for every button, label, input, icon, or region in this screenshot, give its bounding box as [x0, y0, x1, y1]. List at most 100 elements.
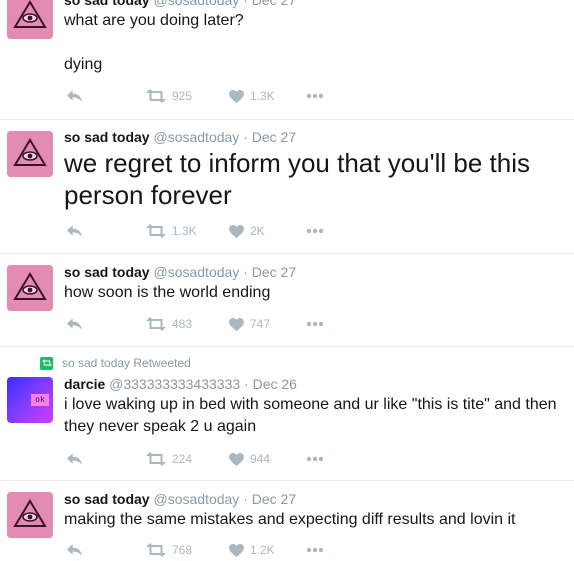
tweet-date[interactable]: Dec 27 — [252, 129, 296, 145]
eye-pyramid-icon — [7, 265, 53, 311]
like-button[interactable]: 747 — [229, 317, 270, 331]
user-handle[interactable]: @sosadtoday — [153, 491, 239, 507]
user-handle[interactable]: @sosadtoday — [153, 0, 239, 8]
like-count: 1.2K — [250, 543, 275, 557]
like-button[interactable]: 1.3K — [229, 89, 275, 103]
retweet-count: 925 — [172, 89, 193, 103]
more-button[interactable] — [306, 547, 324, 553]
avatar[interactable] — [7, 265, 53, 311]
reply-button[interactable] — [66, 452, 83, 466]
tweet-text: i love waking up in bed with someone and… — [64, 396, 557, 435]
avatar[interactable] — [7, 0, 53, 39]
tweet-date[interactable]: Dec 26 — [253, 376, 297, 392]
like-count: 747 — [250, 317, 271, 331]
eye-pyramid-icon — [7, 492, 53, 538]
heart-icon — [229, 90, 244, 103]
more-icon — [306, 547, 324, 553]
tweet-header: so sad today @sosadtoday · Dec 27 — [64, 129, 296, 145]
like-count: 1.3K — [250, 89, 275, 103]
reply-button[interactable] — [66, 89, 83, 103]
tweet-text-line: dying — [64, 56, 103, 73]
more-button[interactable] — [306, 321, 324, 327]
reply-button[interactable] — [66, 317, 83, 331]
avatar[interactable] — [7, 131, 53, 177]
retweet-icon — [146, 317, 166, 331]
retweet-icon — [146, 452, 166, 466]
tweet[interactable]: so sad today @sosadtoday · Dec 27 making… — [0, 480, 574, 561]
tweet-actions: 483 747 — [64, 317, 344, 333]
retweet-button[interactable]: 925 — [146, 89, 192, 103]
more-button[interactable] — [306, 228, 324, 234]
tweet-text-line: what are you doing later? — [64, 12, 244, 29]
display-name[interactable]: so sad today — [64, 129, 150, 145]
retweet-count: 1.3K — [172, 224, 197, 238]
tweet[interactable]: so sad today @sosadtoday · Dec 27 we reg… — [0, 119, 574, 254]
user-handle[interactable]: @333333333433333 — [109, 376, 240, 392]
reply-icon — [66, 224, 83, 238]
reply-icon — [66, 452, 83, 466]
more-button[interactable] — [306, 456, 324, 462]
eye-pyramid-icon — [7, 131, 53, 177]
reply-icon — [66, 317, 83, 331]
user-handle[interactable]: @sosadtoday — [153, 264, 239, 280]
retweet-button[interactable]: 224 — [146, 452, 192, 466]
more-icon — [306, 321, 324, 327]
tweet-header: so sad today @sosadtoday · Dec 27 — [64, 264, 296, 280]
avatar[interactable] — [7, 492, 53, 538]
more-icon — [306, 456, 324, 462]
retweet-button[interactable]: 1.3K — [146, 224, 197, 238]
retweet-icon — [146, 89, 166, 103]
heart-icon — [229, 544, 244, 557]
reply-icon — [66, 543, 83, 557]
user-handle[interactable]: @sosadtoday — [153, 129, 239, 145]
display-name[interactable]: so sad today — [64, 0, 150, 8]
heart-icon — [229, 225, 244, 238]
display-name[interactable]: darcie — [64, 376, 105, 392]
avatar[interactable]: ok — [7, 377, 53, 423]
tweet[interactable]: so sad today @sosadtoday · Dec 27 how so… — [0, 253, 574, 347]
tweet-actions: 224 944 — [64, 452, 344, 468]
tweet-text: we regret to inform you that you'll be t… — [64, 148, 530, 210]
like-count: 2K — [250, 224, 265, 238]
more-icon — [306, 228, 324, 234]
display-name[interactable]: so sad today — [64, 491, 150, 507]
tweet-header: so sad today @sosadtoday · Dec 27 — [64, 491, 296, 507]
more-icon — [306, 93, 324, 99]
retweet-icon — [146, 224, 166, 238]
retweet-icon — [146, 543, 166, 557]
tweet-text: what are you doing later? dying — [64, 10, 564, 76]
reply-button[interactable] — [66, 224, 83, 238]
separator-dot: · — [243, 491, 248, 507]
tweet-header: darcie @333333333433333 · Dec 26 — [64, 376, 297, 392]
tweet-actions: 925 1.3K — [64, 89, 344, 105]
retweet-button[interactable]: 483 — [146, 317, 192, 331]
retweet-button[interactable]: 768 — [146, 543, 192, 557]
retweet-count: 483 — [172, 317, 193, 331]
eye-pyramid-icon — [7, 0, 53, 39]
tweet[interactable]: so sad today @sosadtoday · Dec 27 what a… — [0, 0, 574, 120]
reply-button[interactable] — [66, 543, 83, 557]
separator-dot: · — [243, 129, 248, 145]
tweet-date[interactable]: Dec 27 — [252, 491, 296, 507]
display-name[interactable]: so sad today — [64, 264, 150, 280]
tweet[interactable]: ok darcie @333333333433333 · Dec 26 i lo… — [0, 346, 574, 481]
tweet-date[interactable]: Dec 27 — [252, 0, 296, 8]
tweet-text: making the same mistakes and expecting d… — [64, 511, 516, 528]
like-count: 944 — [250, 452, 271, 466]
tweet-text: how soon is the world ending — [64, 284, 271, 301]
reply-icon — [66, 89, 83, 103]
heart-icon — [229, 318, 244, 331]
tweet-header: so sad today @sosadtoday · Dec 27 — [64, 0, 296, 8]
heart-icon — [229, 453, 244, 466]
tweet-date[interactable]: Dec 27 — [252, 264, 296, 280]
avatar-label: ok — [31, 394, 49, 406]
retweet-count: 224 — [172, 452, 193, 466]
more-button[interactable] — [306, 93, 324, 99]
like-button[interactable]: 1.2K — [229, 543, 275, 557]
retweet-count: 768 — [172, 543, 193, 557]
tweet-actions: 1.3K 2K — [64, 224, 344, 240]
like-button[interactable]: 944 — [229, 452, 270, 466]
separator-dot: · — [243, 264, 248, 280]
like-button[interactable]: 2K — [229, 224, 265, 238]
tweet-actions: 768 1.2K — [64, 543, 344, 559]
